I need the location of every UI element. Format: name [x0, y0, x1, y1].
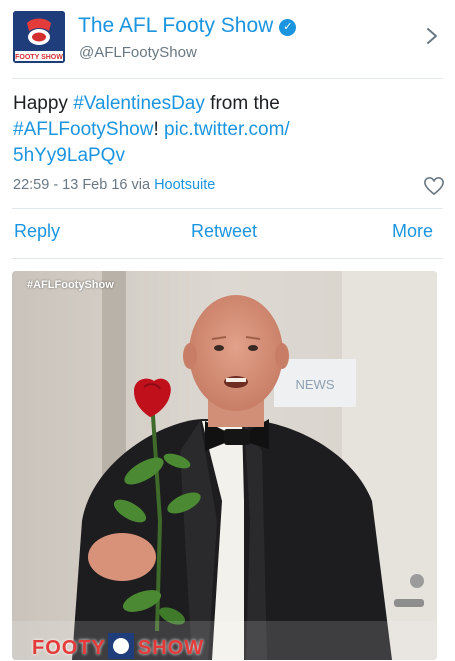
tweet-header: FOOTY SHOW The AFL Footy Show ✓ @AFLFooty… [0, 0, 455, 78]
tweet-photo[interactable]: NEWS #AFLFootyShow FOOTY SHOW [12, 271, 437, 660]
brand-left-text: FOOTY [32, 637, 106, 659]
account-avatar[interactable]: FOOTY SHOW [13, 11, 65, 63]
account-handle[interactable]: @AFLFootyShow [79, 44, 197, 61]
reply-button[interactable]: Reply [14, 221, 60, 242]
tweet-text-part: from the [204, 93, 280, 114]
footy-show-logo: FOOTY SHOW [32, 637, 204, 660]
retweet-button[interactable]: Retweet [191, 221, 257, 242]
verified-badge-icon: ✓ [279, 19, 297, 36]
pic-link-part-2[interactable]: 5hYy9LaPQv [13, 145, 125, 166]
tweet-meta: 22:59 - 13 Feb 16 via Hootsuite [13, 177, 215, 193]
avatar-text: FOOTY SHOW [15, 54, 63, 61]
hashtag-valentinesday[interactable]: #ValentinesDay [73, 93, 205, 114]
photo-hashtag-overlay: #AFLFootyShow [27, 279, 114, 291]
chevron-right-icon[interactable] [424, 26, 440, 46]
tweet-timestamp[interactable]: 22:59 - 13 Feb 16 via [13, 177, 154, 193]
account-name[interactable]: The AFL Footy Show ✓ [78, 14, 297, 38]
avatar-logo-icon: FOOTY SHOW [13, 11, 65, 63]
tweet-text: Happy #ValentinesDay from the #AFLFootyS… [13, 91, 433, 169]
more-button[interactable]: More [392, 221, 433, 242]
tweet-text-part: ! [153, 119, 165, 140]
account-name-text[interactable]: The AFL Footy Show [78, 14, 273, 37]
hashtag-aflfootyshow[interactable]: #AFLFootyShow [13, 119, 153, 140]
pic-link-part-1[interactable]: pic.twitter.com/ [164, 119, 290, 140]
actions-divider [12, 258, 443, 259]
tweet-text-part: Happy [13, 93, 74, 114]
tweet-source-link[interactable]: Hootsuite [154, 177, 215, 193]
meta-divider [12, 208, 443, 209]
like-heart-icon[interactable] [423, 176, 445, 196]
tv-screen-text: NEWS [296, 377, 335, 392]
header-divider [12, 78, 443, 79]
photo-illustration: NEWS [12, 271, 437, 660]
brand-right-text: SHOW [137, 637, 205, 659]
